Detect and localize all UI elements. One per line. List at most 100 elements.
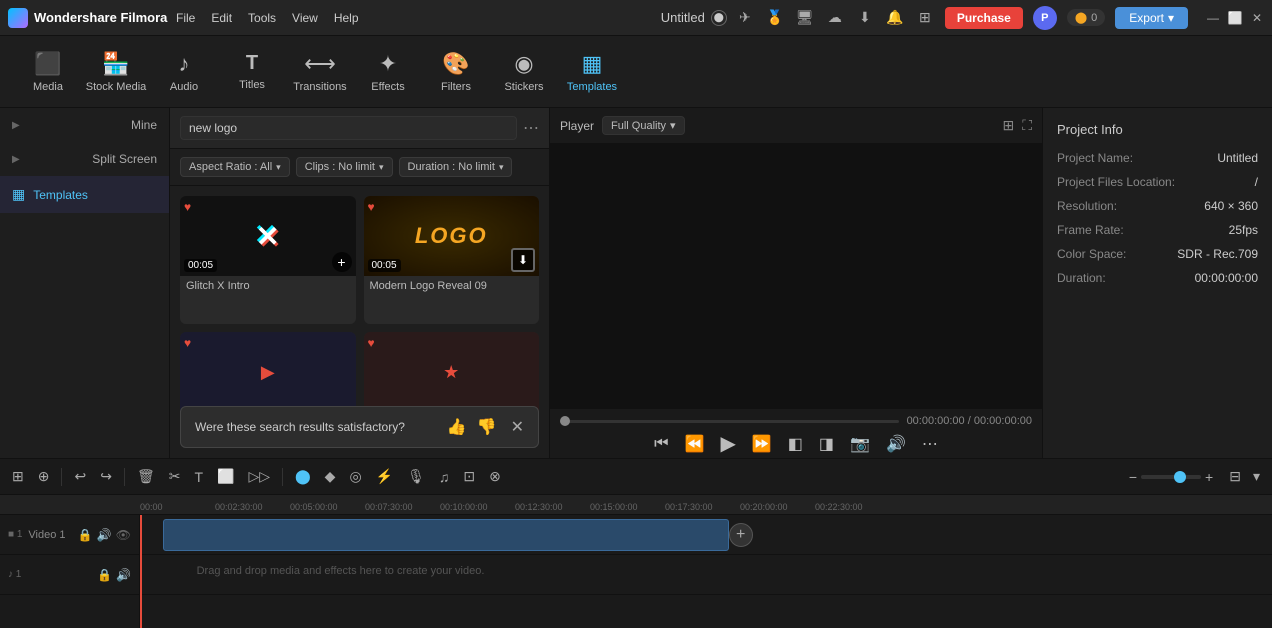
tool-stock-media[interactable]: 🏪 Stock Media [84,40,148,104]
play-button[interactable]: ▶ [720,431,735,456]
video-clip-1[interactable] [163,519,729,551]
tool-media-label: Media [33,81,63,93]
thumbup-icon[interactable]: 👍 [447,417,467,437]
keyframe-button[interactable]: ◆ [321,466,340,487]
menu-help[interactable]: Help [334,11,359,25]
mark-in-button[interactable]: ◧ [788,434,803,454]
menu-file[interactable]: File [176,11,195,25]
clips-chevron-icon: ▾ [379,162,384,173]
export-button[interactable]: Export ▾ [1115,7,1188,29]
transitions-icon: ⟷ [304,51,336,77]
cut-button[interactable]: ✂ [165,466,185,487]
left-item-mine[interactable]: ▶ Mine [0,108,169,142]
tool-audio[interactable]: ♪ Audio [152,40,216,104]
tool-effects[interactable]: ✦ Effects [356,40,420,104]
minimize-button[interactable]: — [1206,11,1220,25]
clips-filter[interactable]: Clips : No limit ▾ [296,157,393,177]
volume-button[interactable]: 🔊 [886,434,906,454]
tool-media[interactable]: ⬛ Media [16,40,80,104]
proj-colorspace-val: SDR - Rec.709 [1177,247,1258,261]
toast-close-button[interactable]: ✕ [511,417,524,437]
track2-volume-icon[interactable]: 🔊 [116,568,131,582]
download-template-2-button[interactable]: ⬇ [511,248,535,272]
left-item-templates[interactable]: ▦ Templates [0,176,169,213]
menu-bar: File Edit Tools View Help [176,11,653,25]
track1-eye-icon[interactable]: 👁 [116,528,131,542]
progress-bar[interactable] [560,420,899,423]
template-card-2[interactable]: ♥ LOGO 00:05 ⬇ Modern Logo Reveal 09 [364,196,540,324]
add-clip-button[interactable]: + [729,523,753,547]
aspect-ratio-filter[interactable]: Aspect Ratio : All ▾ [180,157,290,177]
download-icon[interactable]: ⬇ [855,8,875,28]
proj-framerate-row: Frame Rate: 25fps [1057,223,1258,237]
more-button[interactable]: ⋯ [922,434,938,454]
zoom-handle[interactable] [1174,471,1186,483]
add-template-1-button[interactable]: + [332,252,352,272]
magnet-button[interactable]: ⊕ [34,466,54,487]
badge-icon[interactable]: 🏅 [765,8,785,28]
track2-lock-icon[interactable]: 🔒 [97,568,112,582]
text-button[interactable]: T [190,467,207,487]
grid-view-icon[interactable]: ⊞ [1002,117,1014,134]
tool-titles[interactable]: T Titles [220,40,284,104]
menu-edit[interactable]: Edit [211,11,232,25]
skip-back-button[interactable]: ⏮ [654,435,668,453]
heart-icon-2: ♥ [368,200,375,214]
duration-label: Duration : No limit [408,161,495,173]
prev-frame-button[interactable]: ⏪ [685,434,705,454]
track1-volume-icon[interactable]: 🔊 [97,528,112,542]
export-chevron-icon: ▾ [1168,11,1174,25]
ruler-mark-0: 00:00 [140,502,163,512]
snapshot-button[interactable]: 📷 [850,434,870,454]
left-item-split-screen[interactable]: ▶ Split Screen [0,142,169,176]
mark-out-button[interactable]: ◨ [819,434,834,454]
search-input[interactable] [180,116,517,140]
fullscreen-icon[interactable]: ⛶ [1022,117,1032,134]
ai-button[interactable]: ⚡ [372,466,397,487]
tool-transitions[interactable]: ⟷ Transitions [288,40,352,104]
motion-track-button[interactable]: ⊗ [485,466,505,487]
close-button[interactable]: ✕ [1250,11,1264,25]
duration-filter[interactable]: Duration : No limit ▾ [399,157,513,177]
tool-filters[interactable]: 🎨 Filters [424,40,488,104]
send-icon[interactable]: ✈ [735,8,755,28]
mic-button[interactable]: 🎙 [403,466,429,487]
thumbdown-icon[interactable]: 👎 [477,417,497,437]
zoom-in-button[interactable]: + [1205,469,1213,485]
progress-handle[interactable] [560,416,570,426]
zoom-out-button[interactable]: − [1129,469,1137,485]
title-area: Untitled ⬤ [661,10,727,26]
maximize-button[interactable]: ⬜ [1228,11,1242,25]
zoom-slider[interactable] [1141,475,1201,479]
audio-sync-button[interactable]: ♫ [435,467,454,487]
track1-lock-icon[interactable]: 🔒 [78,528,93,542]
monitor-icon[interactable]: 🖥 [795,8,815,28]
color-wheel-button[interactable]: ⬤ [291,466,315,487]
tool-templates[interactable]: ▦ Templates [560,40,624,104]
next-frame-button[interactable]: ⏩ [752,434,772,454]
layout-options-button[interactable]: ⊟ [1225,466,1245,487]
more-btn[interactable]: ▷▷ [244,466,274,487]
undo-button[interactable]: ↩ [70,466,90,487]
quality-select[interactable]: Full Quality ▾ [602,116,685,135]
menu-view[interactable]: View [292,11,318,25]
menu-tools[interactable]: Tools [248,11,276,25]
purchase-button[interactable]: Purchase [945,7,1023,29]
grid-icon[interactable]: ⊞ [915,8,935,28]
duration-chevron-icon: ▾ [499,162,504,173]
stabilize-button[interactable]: ◎ [345,466,365,487]
subtitle-button[interactable]: ⊡ [459,466,479,487]
template-card-1[interactable]: ♥ ✕ 00:05 + Glitch X Intro [180,196,356,324]
playhead[interactable] [140,515,142,628]
more-options-button[interactable]: ▾ [1249,466,1264,487]
delete-button[interactable]: 🗑 [133,466,159,487]
more-options-icon[interactable]: ⋯ [523,118,539,138]
crop-button[interactable]: ⬜ [213,466,238,487]
cloud-icon[interactable]: ☁ [825,8,845,28]
scene-detect-button[interactable]: ⊞ [8,466,28,487]
avatar[interactable]: P [1033,6,1057,30]
bell-icon[interactable]: 🔔 [885,8,905,28]
proj-name-key: Project Name: [1057,151,1133,165]
tool-stickers[interactable]: ◉ Stickers [492,40,556,104]
redo-button[interactable]: ↪ [96,466,116,487]
